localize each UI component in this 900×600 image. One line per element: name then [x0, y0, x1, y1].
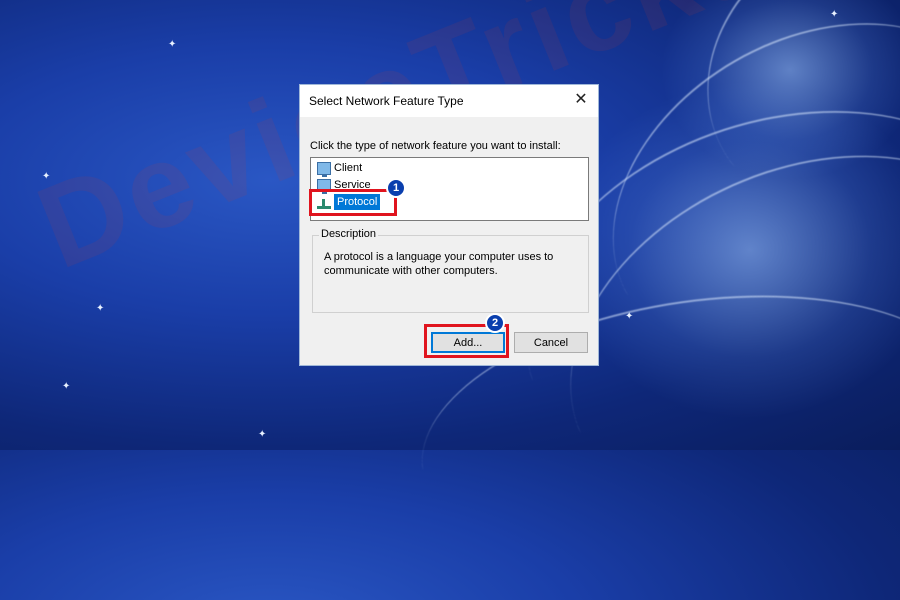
close-icon[interactable]: ✕: [572, 90, 590, 110]
step-1-badge: 1: [386, 178, 406, 198]
dialog-titlebar[interactable]: Select Network Feature Type ✕: [300, 85, 598, 117]
star-sparkle: ✦: [168, 39, 177, 50]
star-sparkle: ✦: [62, 381, 71, 392]
client-icon: [317, 161, 331, 177]
dialog-title: Select Network Feature Type: [309, 94, 464, 108]
instruction-label: Click the type of network feature you wa…: [310, 140, 561, 152]
list-item-label: Client: [334, 162, 363, 174]
description-group: Description A protocol is a language you…: [312, 228, 589, 313]
list-item-client[interactable]: Client: [317, 160, 363, 177]
description-legend: Description: [319, 228, 379, 240]
star-sparkle: ✦: [258, 429, 267, 440]
step-2-badge: 2: [485, 313, 505, 333]
protocol-highlight-box: [309, 189, 397, 216]
star-sparkle: ✦: [625, 311, 634, 322]
cancel-button[interactable]: Cancel: [514, 332, 588, 353]
star-sparkle: ✦: [96, 303, 105, 314]
description-text: A protocol is a language your computer u…: [324, 251, 554, 277]
star-sparkle: ✦: [830, 9, 839, 20]
